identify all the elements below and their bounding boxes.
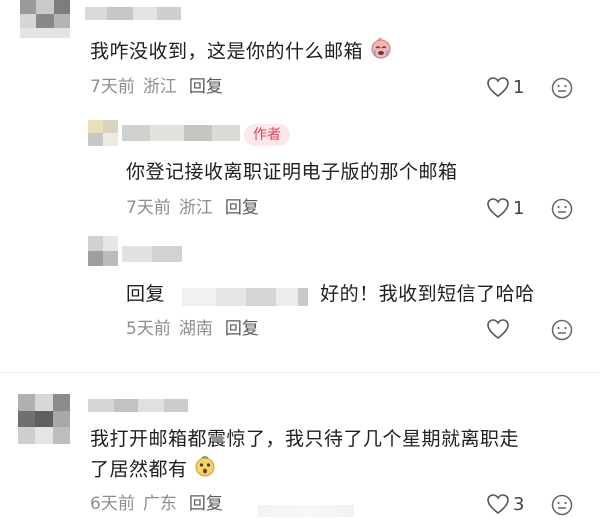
smiley-icon — [551, 77, 573, 99]
heart-icon — [487, 198, 509, 219]
emoji-react-button[interactable] — [551, 198, 573, 224]
crying-face-emoji — [370, 37, 392, 67]
like-count: 3 — [513, 493, 525, 515]
avatar[interactable] — [18, 394, 70, 444]
reply-button[interactable]: 回复 — [189, 77, 223, 97]
like-button[interactable]: 1 — [486, 76, 524, 98]
like-button[interactable]: 3 — [486, 493, 524, 515]
divider — [0, 372, 600, 373]
emoji-react-button[interactable] — [551, 319, 573, 345]
watermark — [258, 505, 354, 517]
comment-meta: 7天前 浙江 回复 — [126, 197, 259, 219]
reply-button[interactable]: 回复 — [225, 198, 259, 218]
surprised-face-emoji — [194, 455, 216, 485]
comment-location: 广东 — [142, 494, 177, 514]
heart-icon — [487, 77, 509, 98]
emoji-react-button[interactable] — [551, 77, 573, 103]
smiley-icon — [551, 198, 573, 220]
like-count: 1 — [513, 76, 525, 98]
like-button[interactable] — [486, 318, 513, 340]
smiley-icon — [551, 494, 573, 516]
username[interactable] — [85, 6, 181, 20]
reply-button[interactable]: 回复 — [225, 319, 259, 339]
comment-text: 你登记接收离职证明电子版的那个邮箱 — [126, 161, 458, 183]
like-count: 1 — [513, 197, 525, 219]
heart-icon — [487, 494, 509, 515]
username[interactable] — [122, 125, 240, 141]
heart-icon — [487, 319, 509, 340]
comment-time: 7天前 — [126, 198, 171, 218]
username[interactable] — [88, 398, 188, 412]
comment-time: 7天前 — [90, 77, 135, 97]
emoji-react-button[interactable] — [551, 494, 573, 520]
comment-location: 浙江 — [178, 198, 213, 218]
like-button[interactable]: 1 — [486, 197, 524, 219]
comment-location: 湖南 — [178, 319, 213, 339]
avatar[interactable] — [88, 236, 118, 266]
comment-text-line1: 我打开邮箱都震惊了，我只待了几个星期就离职走 — [90, 428, 520, 450]
author-badge: 作者 — [244, 124, 290, 146]
comment-meta: 7天前 浙江 回复 — [90, 76, 223, 98]
mentioned-username[interactable] — [181, 286, 308, 306]
comment-text-line2: 了居然都有 — [90, 455, 216, 485]
comment-text: 回复 好的！我收到短信了哈哈 — [126, 283, 535, 306]
reply-prefix: 回复 — [126, 283, 166, 305]
reply-button[interactable]: 回复 — [189, 494, 223, 514]
comment-meta: 5天前 湖南 回复 — [126, 318, 259, 340]
username[interactable] — [122, 246, 182, 262]
comment-time: 6天前 — [90, 494, 135, 514]
comment-meta: 6天前 广东 回复 — [90, 493, 223, 515]
avatar[interactable] — [88, 120, 118, 146]
comment-time: 5天前 — [126, 319, 171, 339]
comment-location: 浙江 — [142, 77, 177, 97]
smiley-icon — [551, 319, 573, 341]
comment-text: 我咋没收到，这是你的什么邮箱 — [90, 37, 392, 67]
avatar[interactable] — [20, 0, 70, 38]
